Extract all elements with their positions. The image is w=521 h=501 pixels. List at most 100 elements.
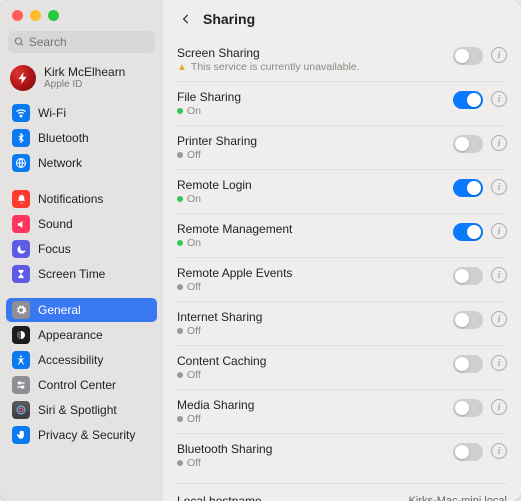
status-dot (177, 152, 183, 158)
service-toggle[interactable] (453, 443, 483, 461)
info-button[interactable]: i (491, 223, 507, 239)
sidebar-item-general[interactable]: General (6, 298, 157, 322)
sidebar-item-focus[interactable]: Focus (6, 237, 157, 261)
service-row: Remote ManagementOn i (177, 214, 507, 258)
service-toggle[interactable] (453, 267, 483, 285)
sidebar-item-label: Screen Time (38, 267, 105, 281)
warning-icon: ▲ (177, 62, 187, 73)
status-dot (177, 108, 183, 114)
sidebar-item-label: General (38, 303, 81, 317)
service-name: File Sharing (177, 90, 445, 104)
status-dot (177, 372, 183, 378)
service-toggle[interactable] (453, 399, 483, 417)
sidebar-list: Wi-Fi Bluetooth Network Notifications So… (0, 101, 163, 447)
service-toggle[interactable] (453, 311, 483, 329)
user-sub: Apple ID (44, 79, 125, 90)
service-row: Bluetooth SharingOff i (177, 434, 507, 477)
service-status: Off (177, 457, 445, 469)
service-status: Off (177, 413, 445, 425)
sidebar-item-network[interactable]: Network (6, 151, 157, 175)
service-toggle[interactable] (453, 135, 483, 153)
status-dot (177, 240, 183, 246)
status-dot (177, 328, 183, 334)
service-row: Printer SharingOff i (177, 126, 507, 170)
close-window-button[interactable] (12, 10, 23, 21)
info-button[interactable]: i (491, 443, 507, 459)
service-name: Internet Sharing (177, 310, 445, 324)
info-button[interactable]: i (491, 355, 507, 371)
service-status: Off (177, 369, 445, 381)
hand-icon (12, 426, 30, 444)
service-status: Off (177, 281, 445, 293)
hostname-label: Local hostname (177, 494, 409, 501)
accessibility-icon (12, 351, 30, 369)
sidebar-item-appearance[interactable]: Appearance (6, 323, 157, 347)
service-toggle[interactable] (453, 179, 483, 197)
service-name: Media Sharing (177, 398, 445, 412)
bell-icon (12, 190, 30, 208)
info-button[interactable]: i (491, 91, 507, 107)
service-toggle[interactable] (453, 223, 483, 241)
sidebar-item-sound[interactable]: Sound (6, 212, 157, 236)
zoom-window-button[interactable] (48, 10, 59, 21)
sidebar-item-privacy[interactable]: Privacy & Security (6, 423, 157, 447)
window-controls (0, 0, 163, 29)
avatar (10, 65, 36, 91)
service-list: Screen Sharing▲This service is currently… (163, 34, 521, 501)
hourglass-icon (12, 265, 30, 283)
service-toggle[interactable] (453, 91, 483, 109)
sidebar-item-label: Privacy & Security (38, 428, 135, 442)
sidebar-item-screentime[interactable]: Screen Time (6, 262, 157, 286)
status-dot (177, 196, 183, 202)
info-button[interactable]: i (491, 47, 507, 63)
info-button[interactable]: i (491, 179, 507, 195)
sidebar-item-wifi[interactable]: Wi-Fi (6, 101, 157, 125)
page-title: Sharing (203, 11, 255, 27)
hostname-value: Kirks-Mac-mini.local (409, 495, 507, 501)
sidebar-item-label: Sound (38, 217, 73, 231)
info-button[interactable]: i (491, 399, 507, 415)
service-name: Bluetooth Sharing (177, 442, 445, 456)
sidebar-item-accessibility[interactable]: Accessibility (6, 348, 157, 372)
service-status: Off (177, 325, 445, 337)
service-row: Content CachingOffi (177, 346, 507, 390)
moon-icon (12, 240, 30, 258)
service-name: Screen Sharing (177, 46, 445, 60)
sidebar-item-label: Notifications (38, 192, 103, 206)
sidebar-item-bluetooth[interactable]: Bluetooth (6, 126, 157, 150)
sidebar-item-label: Control Center (38, 378, 116, 392)
service-toggle[interactable] (453, 47, 483, 65)
service-status: On (177, 237, 445, 249)
sidebar-item-controlcenter[interactable]: Control Center (6, 373, 157, 397)
minimize-window-button[interactable] (30, 10, 41, 21)
sidebar-item-label: Focus (38, 242, 71, 256)
wifi-icon (12, 104, 30, 122)
service-row: Screen Sharing▲This service is currently… (177, 38, 507, 82)
status-dot (177, 284, 183, 290)
service-status: ▲This service is currently unavailable. (177, 61, 445, 73)
main-panel: Sharing Screen Sharing▲This service is c… (163, 0, 521, 501)
sliders-icon (12, 376, 30, 394)
service-status: On (177, 193, 445, 205)
search-input[interactable] (29, 35, 149, 49)
search-field[interactable] (8, 31, 155, 53)
sidebar-item-notifications[interactable]: Notifications (6, 187, 157, 211)
service-toggle[interactable] (453, 355, 483, 373)
service-row: Remote Apple EventsOffi (177, 258, 507, 302)
user-name: Kirk McElhearn (44, 66, 125, 79)
service-name: Remote Login (177, 178, 445, 192)
info-button[interactable]: i (491, 135, 507, 151)
service-name: Remote Management (177, 222, 445, 236)
service-row: Remote LoginOn i (177, 170, 507, 214)
info-button[interactable]: i (491, 311, 507, 327)
sidebar-item-label: Network (38, 156, 82, 170)
service-status: Off (177, 149, 445, 161)
header: Sharing (163, 0, 521, 34)
apple-id-row[interactable]: Kirk McElhearn Apple ID (0, 61, 163, 101)
back-button[interactable] (177, 10, 195, 28)
bluetooth-icon (12, 129, 30, 147)
sidebar-item-siri[interactable]: Siri & Spotlight (6, 398, 157, 422)
sidebar: Kirk McElhearn Apple ID Wi-Fi Bluetooth … (0, 0, 163, 501)
info-button[interactable]: i (491, 267, 507, 283)
service-name: Printer Sharing (177, 134, 445, 148)
